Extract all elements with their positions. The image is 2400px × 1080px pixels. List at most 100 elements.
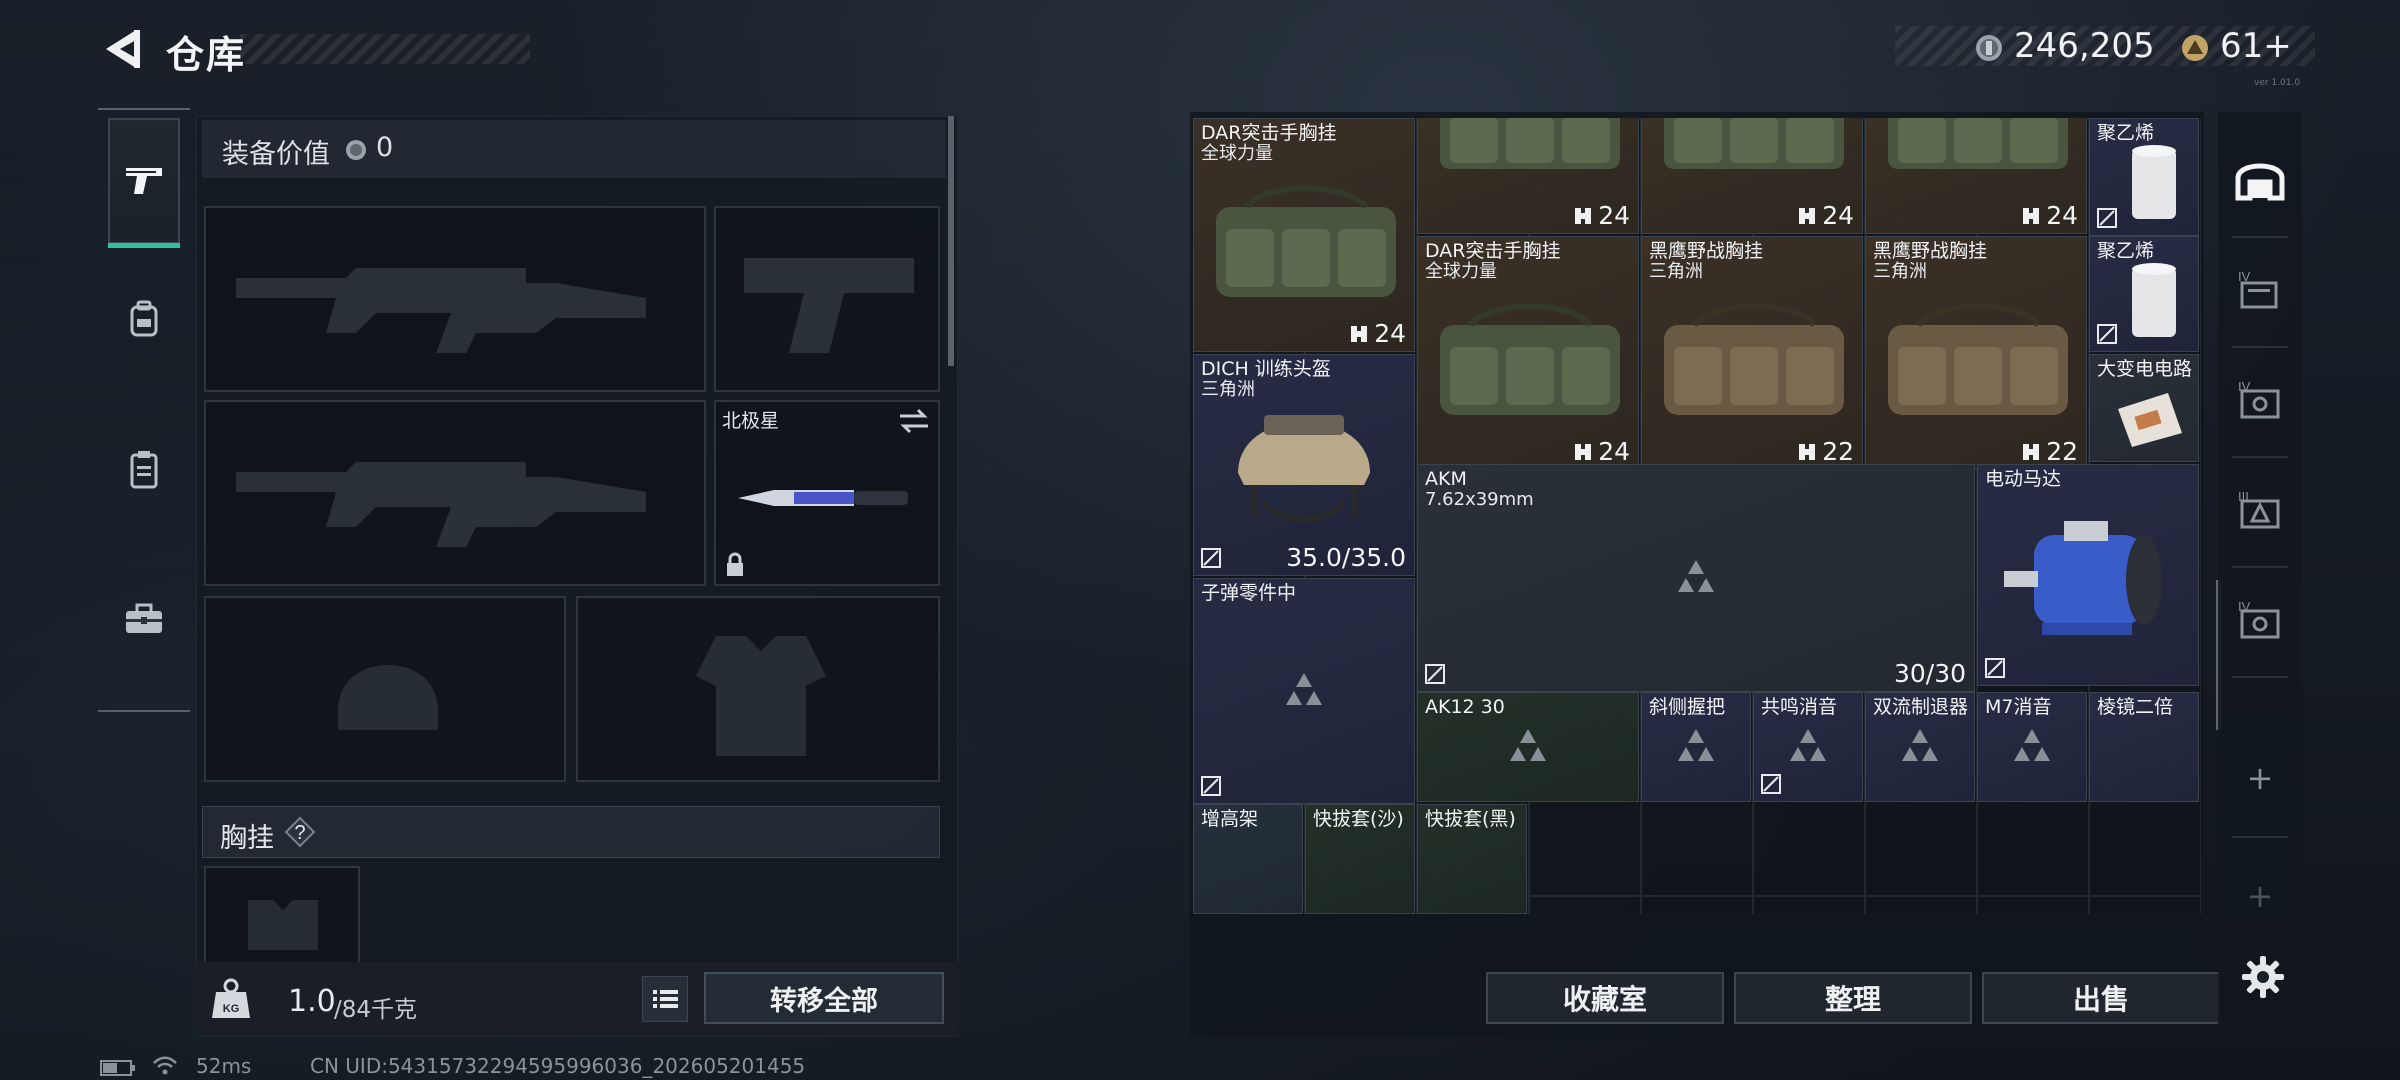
add-tab-button[interactable]: + bbox=[2222, 728, 2298, 828]
vault-icon bbox=[2235, 163, 2285, 201]
item-rig-top-1[interactable]: 24 bbox=[1417, 118, 1639, 234]
nav-item-gear-case[interactable] bbox=[108, 556, 180, 682]
chest-rig-icon bbox=[1664, 303, 1844, 415]
nav-item-weapons[interactable] bbox=[108, 118, 180, 248]
primary-weapon-slot[interactable] bbox=[204, 206, 706, 392]
empty-grid-cell[interactable] bbox=[1865, 896, 1977, 914]
item-sub: 全球力量 bbox=[1425, 261, 1497, 282]
tab-stash-iv-3[interactable]: IV bbox=[2222, 570, 2298, 670]
sort-button[interactable]: 整理 bbox=[1734, 972, 1972, 1024]
chest-rig-icon bbox=[1440, 118, 1620, 169]
item-rig-top-3[interactable]: 24 bbox=[1865, 118, 2087, 234]
body-armor-slot[interactable] bbox=[576, 596, 940, 782]
backpack-icon bbox=[130, 300, 158, 337]
tab-vault[interactable] bbox=[2222, 128, 2298, 228]
helmet-silhouette-icon bbox=[338, 665, 438, 730]
list-view-button[interactable] bbox=[642, 976, 688, 1022]
durability-icon bbox=[1799, 443, 1816, 460]
chest-rig-silhouette-icon bbox=[248, 900, 318, 950]
version-label: ver 1.01.0 bbox=[2254, 78, 2301, 88]
item-rig-top-2[interactable]: 24 bbox=[1641, 118, 1863, 234]
durability-icon bbox=[2023, 443, 2040, 460]
item-akm[interactable]: AKM 7.62x39mm 30/30 bbox=[1417, 464, 1975, 692]
item-holster-sand[interactable]: 快拔套(沙) bbox=[1305, 804, 1415, 914]
tab-stash-iv-2[interactable]: IV bbox=[2222, 350, 2298, 450]
nav-item-armor[interactable] bbox=[108, 406, 180, 532]
helmet-icon bbox=[1238, 415, 1370, 523]
chest-rig-icon bbox=[1216, 185, 1396, 297]
item-durability: 24 bbox=[1796, 201, 1854, 230]
empty-grid-cell[interactable] bbox=[1977, 896, 2089, 914]
item-blackhawk-rig-1[interactable]: 黑鹰野战胸挂 三角洲 22 bbox=[1641, 236, 1863, 470]
chest-rig-slot[interactable] bbox=[204, 866, 360, 962]
item-riser[interactable]: 增高架 bbox=[1193, 804, 1303, 914]
rifle-silhouette-icon bbox=[236, 268, 646, 353]
item-name: DAR突击手胸挂 bbox=[1201, 122, 1337, 144]
back-arrow-icon[interactable] bbox=[96, 24, 146, 74]
item-name: AK12 30 bbox=[1425, 696, 1505, 718]
svg-text:KG: KG bbox=[223, 1003, 240, 1015]
item-polyethylene-1[interactable]: 聚乙烯 bbox=[2089, 118, 2199, 236]
tab-stash-iv-1[interactable]: IV bbox=[2222, 240, 2298, 340]
loadout-scrollbar[interactable] bbox=[948, 116, 954, 366]
item-angled-grip[interactable]: 斜侧握把 bbox=[1641, 692, 1751, 802]
left-category-nav bbox=[98, 108, 190, 712]
durability-icon bbox=[1575, 443, 1592, 460]
tab-stash-iii[interactable]: III bbox=[2222, 460, 2298, 560]
nav-item-backpack[interactable] bbox=[108, 256, 180, 382]
spool-icon bbox=[2132, 145, 2176, 219]
item-prism-2x[interactable]: 棱镜二倍 bbox=[2089, 692, 2199, 802]
transfer-all-button[interactable]: 转移全部 bbox=[704, 972, 944, 1024]
stash-tab-iv-icon: IV bbox=[2238, 269, 2278, 309]
add-tab-button-disabled[interactable]: + bbox=[2222, 846, 2298, 946]
item-name: 黑鹰野战胸挂 bbox=[1873, 240, 1988, 262]
swap-icon[interactable] bbox=[898, 408, 930, 434]
placeholder-icon bbox=[1790, 729, 1826, 761]
item-dar-rig-2[interactable]: DAR突击手胸挂 全球力量 24 bbox=[1417, 236, 1639, 470]
settings-gear-icon[interactable] bbox=[2240, 954, 2286, 1000]
item-dual-muzzle-brake[interactable]: 双流制退器 bbox=[1865, 692, 1975, 802]
item-name: 斜侧握把 bbox=[1649, 696, 1726, 718]
item-transformer-circuit[interactable]: 大变电电路 bbox=[2089, 354, 2199, 462]
stash-tab-iii-icon: III bbox=[2238, 489, 2280, 529]
item-dar-rig-1[interactable]: DAR突击手胸挂 全球力量 24 bbox=[1193, 118, 1415, 352]
item-polyethylene-2[interactable]: 聚乙烯 bbox=[2089, 236, 2199, 352]
item-dich-helmet[interactable]: DICH 训练头盔 三角洲 35.0/35.0 bbox=[1193, 354, 1415, 576]
item-m7-suppressor[interactable]: M7消音 bbox=[1977, 692, 2087, 802]
melee-slot[interactable]: 北极星 bbox=[714, 400, 940, 586]
ping-label: 52ms bbox=[196, 1054, 252, 1078]
empty-grid-cell[interactable] bbox=[1753, 896, 1865, 914]
empty-grid-cell[interactable] bbox=[1641, 896, 1753, 914]
sidearm-slot[interactable] bbox=[714, 206, 940, 392]
item-sub: 三角洲 bbox=[1649, 261, 1703, 282]
coin-balance: 246,205 bbox=[2014, 26, 2155, 66]
helmet-slot[interactable] bbox=[204, 596, 566, 782]
coin-icon bbox=[346, 140, 366, 160]
melee-name: 北极星 bbox=[722, 410, 780, 432]
locked-icon bbox=[1985, 658, 2005, 678]
tab-divider bbox=[2232, 676, 2288, 678]
placeholder-icon bbox=[1678, 560, 1714, 592]
document-icon bbox=[2118, 393, 2182, 447]
item-electric-motor[interactable]: 电动马达 bbox=[1977, 464, 2199, 686]
item-blackhawk-rig-2[interactable]: 黑鹰野战胸挂 三角洲 22 bbox=[1865, 236, 2087, 470]
item-holster-black[interactable]: 快拔套(黑) bbox=[1417, 804, 1527, 914]
item-ammo-parts[interactable]: 子弹零件中 bbox=[1193, 578, 1415, 804]
secondary-weapon-slot[interactable] bbox=[204, 400, 706, 586]
item-ak12-magazine[interactable]: AK12 30 bbox=[1417, 692, 1639, 802]
item-durability: 30/30 bbox=[1893, 659, 1966, 688]
storage-grid[interactable]: DAR突击手胸挂 全球力量 24 24 24 24 聚乙烯 DAR突击手胸挂 全… bbox=[1193, 118, 2205, 914]
help-icon[interactable]: ? bbox=[284, 816, 316, 848]
tab-divider bbox=[2232, 456, 2288, 458]
token-balance[interactable]: 61+ bbox=[2220, 26, 2292, 66]
battery-icon bbox=[100, 1060, 135, 1076]
item-resonance-suppressor[interactable]: 共鸣消音 bbox=[1753, 692, 1863, 802]
empty-grid-cell[interactable] bbox=[1529, 896, 1641, 914]
item-sub: 7.62x39mm bbox=[1425, 489, 1534, 510]
collection-room-button[interactable]: 收藏室 bbox=[1486, 972, 1724, 1024]
item-durability: 22 bbox=[1796, 437, 1854, 466]
item-name: DICH 训练头盔 bbox=[1201, 358, 1331, 380]
chest-rig-label: 胸挂 bbox=[220, 823, 274, 854]
empty-grid-cell[interactable] bbox=[2089, 896, 2201, 914]
sell-button[interactable]: 出售 bbox=[1982, 972, 2220, 1024]
